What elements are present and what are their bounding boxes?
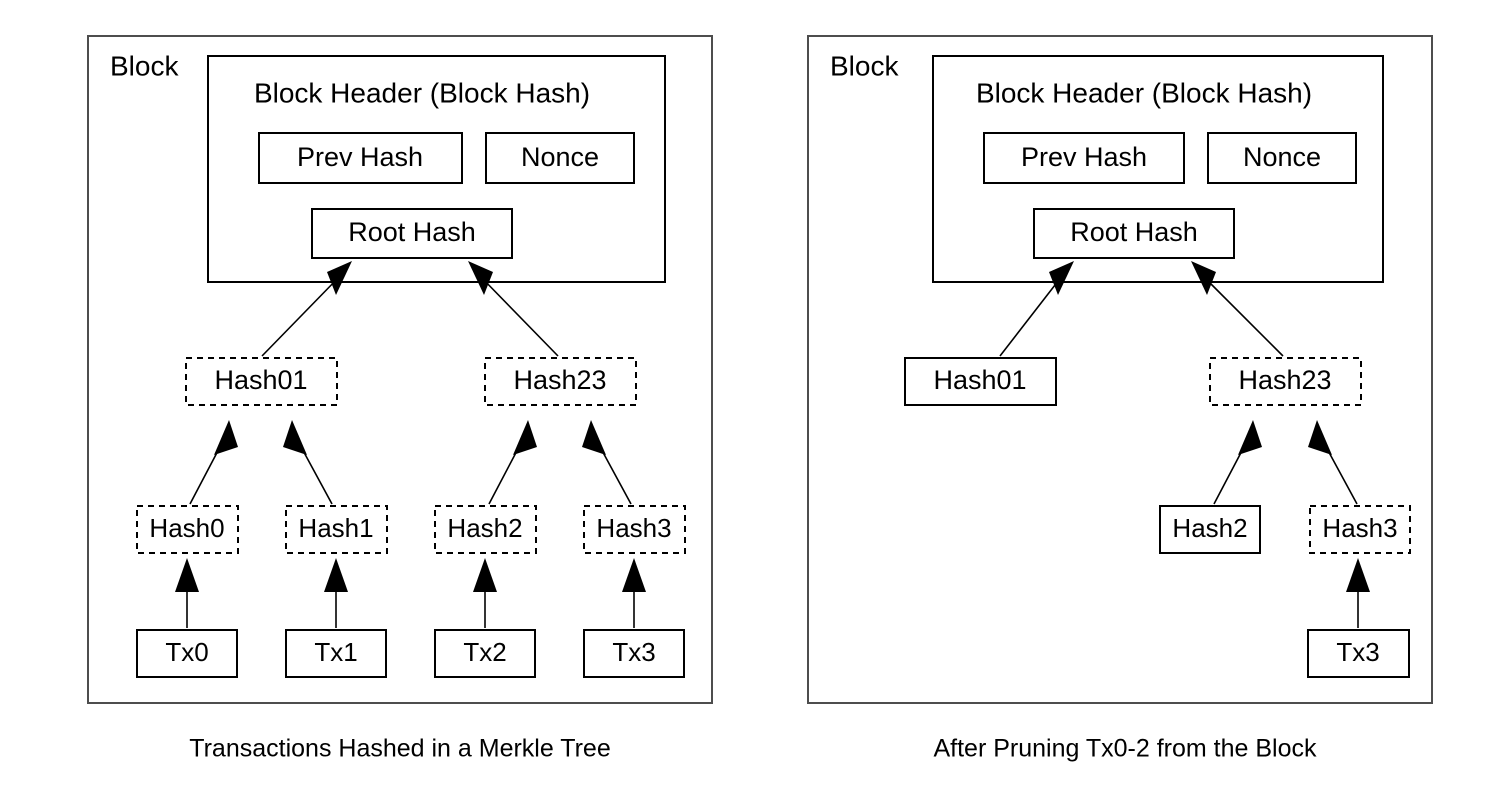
- merkle-tree-diagram: Block Block Header (Block Hash) Prev Has…: [0, 0, 1492, 802]
- root-hash-label-left: Root Hash: [348, 217, 476, 247]
- block-header-title-right: Block Header (Block Hash): [976, 77, 1312, 108]
- hash23-label-left: Hash23: [513, 365, 606, 395]
- hash23-label-right: Hash23: [1238, 365, 1331, 395]
- hash01-label-right: Hash01: [933, 365, 1026, 395]
- tx2-label-left: Tx2: [463, 637, 506, 667]
- nonce-label-left: Nonce: [521, 142, 599, 172]
- prev-hash-label-left: Prev Hash: [297, 142, 423, 172]
- root-hash-label-right: Root Hash: [1070, 217, 1198, 247]
- tx1-label-left: Tx1: [314, 637, 357, 667]
- tx0-label-left: Tx0: [165, 637, 208, 667]
- hash3-label-right: Hash3: [1322, 513, 1397, 543]
- hash0-label-left: Hash0: [149, 513, 224, 543]
- panel-left: Block Block Header (Block Hash) Prev Has…: [87, 35, 713, 763]
- prev-hash-label-right: Prev Hash: [1021, 142, 1147, 172]
- hash2-label-right: Hash2: [1172, 513, 1247, 543]
- caption-left: Transactions Hashed in a Merkle Tree: [189, 735, 610, 763]
- hash01-label-left: Hash01: [214, 365, 307, 395]
- hash1-label-left: Hash1: [298, 513, 373, 543]
- block-tag-right: Block: [830, 50, 899, 81]
- panel-right: Block Block Header (Block Hash) Prev Has…: [807, 35, 1433, 763]
- nonce-label-right: Nonce: [1243, 142, 1321, 172]
- hash3-label-left: Hash3: [596, 513, 671, 543]
- block-header-title-left: Block Header (Block Hash): [254, 77, 590, 108]
- block-tag-left: Block: [110, 50, 179, 81]
- tx3-label-left: Tx3: [612, 637, 655, 667]
- tx3-label-right: Tx3: [1336, 637, 1379, 667]
- hash2-label-left: Hash2: [447, 513, 522, 543]
- caption-right: After Pruning Tx0-2 from the Block: [933, 735, 1317, 763]
- diagram-canvas: Block Block Header (Block Hash) Prev Has…: [87, 35, 1433, 763]
